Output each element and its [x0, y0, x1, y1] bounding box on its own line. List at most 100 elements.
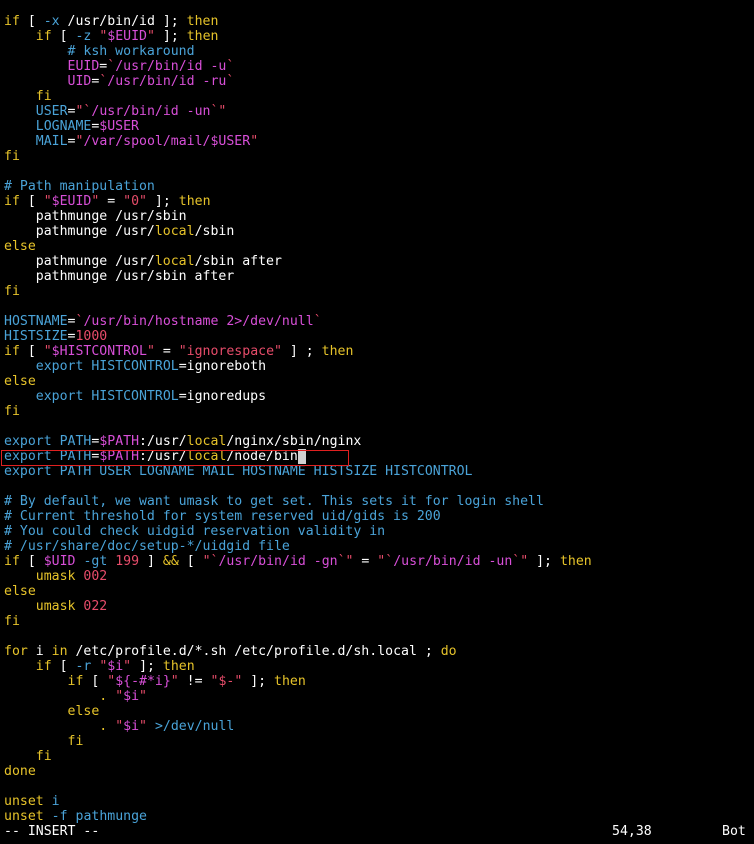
- code-line[interactable]: unset i: [4, 794, 60, 809]
- code-line[interactable]: fi: [4, 284, 20, 299]
- code-token: [: [83, 674, 108, 689]
- code-token: $USER: [210, 134, 251, 149]
- code-line[interactable]: unset -f pathmunge: [4, 809, 147, 824]
- code-token: `: [226, 74, 235, 89]
- code-token: ];: [154, 29, 187, 44]
- code-line[interactable]: pathmunge /usr/sbin: [4, 209, 187, 224]
- code-token: if: [4, 14, 20, 29]
- code-line[interactable]: pathmunge /usr/local/sbin: [4, 224, 235, 239]
- code-line[interactable]: LOGNAME=$USER: [4, 119, 139, 134]
- code-token: :/usr/: [139, 434, 187, 449]
- code-token: /node/bin: [226, 449, 298, 464]
- code-token: fi: [35, 89, 52, 104]
- code-token: :/usr/: [139, 449, 187, 464]
- code-line[interactable]: # /usr/share/doc/setup-*/uidgid file: [4, 539, 290, 554]
- code-line[interactable]: . "$i" >/dev/null: [4, 719, 234, 734]
- code-line[interactable]: # Current threshold for system reserved …: [4, 509, 441, 524]
- code-line[interactable]: fi: [4, 89, 52, 104]
- code-line[interactable]: if [ $UID -gt 199 ] && [ "`/usr/bin/id -…: [4, 554, 592, 569]
- mode-indicator: -- INSERT --: [4, 824, 100, 839]
- code-line[interactable]: EUID=`/usr/bin/id -u`: [4, 59, 235, 74]
- code-line[interactable]: else: [4, 584, 36, 599]
- code-token: "0": [123, 194, 147, 209]
- code-line[interactable]: UID=`/usr/bin/id -ru`: [4, 74, 235, 89]
- code-token: ] ;: [281, 344, 322, 359]
- code-line[interactable]: umask 002: [4, 569, 107, 584]
- code-token: "`: [377, 554, 394, 569]
- code-token: local: [154, 224, 195, 239]
- code-line[interactable]: fi: [4, 404, 20, 419]
- code-line[interactable]: HISTSIZE=1000: [4, 329, 107, 344]
- code-line[interactable]: fi: [4, 614, 20, 629]
- terminal-window[interactable]: if [ -x /usr/bin/id ]; then if [ -z "$EU…: [0, 0, 754, 844]
- code-token: `: [226, 59, 235, 74]
- code-line[interactable]: HOSTNAME=`/usr/bin/hostname 2>/dev/null`: [4, 314, 322, 329]
- scroll-indicator: Bot: [722, 824, 746, 839]
- code-token: `": [337, 554, 354, 569]
- code-token: $HISTCONTROL: [51, 344, 147, 359]
- code-line[interactable]: if [ "${-#*i}" != "$-" ]; then: [4, 674, 306, 689]
- code-token: i: [51, 794, 60, 809]
- code-line[interactable]: MAIL="/var/spool/mail/$USER": [4, 134, 258, 149]
- code-token: fi: [35, 749, 52, 764]
- code-token: [: [19, 194, 44, 209]
- code-token: [: [178, 554, 203, 569]
- code-token: local: [186, 449, 227, 464]
- code-token: PATH: [59, 449, 92, 464]
- code-line[interactable]: else: [4, 374, 36, 389]
- code-line[interactable]: . "$i": [4, 689, 147, 704]
- code-token: "`: [202, 554, 219, 569]
- code-token: then: [559, 554, 592, 569]
- code-line[interactable]: # Path manipulation: [4, 179, 155, 194]
- code-line[interactable]: pathmunge /usr/local/sbin after: [4, 254, 282, 269]
- code-line[interactable]: for i in /etc/profile.d/*.sh /etc/profil…: [4, 644, 457, 659]
- code-line[interactable]: export PATH=$PATH:/usr/local/nginx/sbin/…: [4, 434, 361, 449]
- code-token: HISTSIZE: [4, 329, 68, 344]
- code-token: $UID: [43, 554, 76, 569]
- code-line[interactable]: export PATH=$PATH:/usr/local/node/bin: [4, 449, 306, 464]
- code-line[interactable]: umask 022: [4, 599, 107, 614]
- code-token: ": [139, 719, 147, 734]
- code-token: 199: [115, 554, 140, 569]
- code-line[interactable]: done: [4, 764, 36, 779]
- code-line[interactable]: if [ -r "$i" ]; then: [4, 659, 195, 674]
- code-token: /usr/bin/id ];: [59, 14, 187, 29]
- code-line[interactable]: if [ "$EUID" = "0" ]; then: [4, 194, 211, 209]
- code-token: LOGNAME: [35, 119, 92, 134]
- code-line[interactable]: # You could check uidgid reservation val…: [4, 524, 385, 539]
- code-line[interactable]: # ksh workaround: [4, 44, 195, 59]
- code-line[interactable]: export HISTCONTROL=ignoredups: [4, 389, 266, 404]
- code-token: &&: [162, 554, 179, 569]
- code-token: export: [4, 449, 52, 464]
- code-line[interactable]: else: [4, 704, 100, 719]
- code-line[interactable]: else: [4, 239, 36, 254]
- code-line[interactable]: export HISTCONTROL=ignoreboth: [4, 359, 266, 374]
- code-token: export: [35, 359, 84, 374]
- code-line[interactable]: if [ -x /usr/bin/id ]; then: [4, 14, 218, 29]
- code-token: if: [4, 344, 20, 359]
- code-token: if: [4, 554, 20, 569]
- code-line[interactable]: if [ "$HISTCONTROL" = "ignorespace" ] ; …: [4, 344, 353, 359]
- code-token: i: [27, 644, 52, 659]
- code-line[interactable]: fi: [4, 749, 52, 764]
- code-line[interactable]: export PATH USER LOGNAME MAIL HOSTNAME H…: [4, 464, 472, 479]
- code-token: export: [35, 389, 84, 404]
- code-token: "$-": [210, 674, 243, 689]
- code-token: local: [154, 254, 195, 269]
- code-token: 002: [83, 569, 108, 584]
- code-token: -r: [75, 659, 92, 674]
- code-line[interactable]: if [ -z "$EUID" ]; then: [4, 29, 219, 44]
- code-line[interactable]: fi: [4, 149, 20, 164]
- code-token: # You could check uidgid reservation val…: [4, 524, 386, 539]
- code-line[interactable]: USER="`/usr/bin/id -un`": [4, 104, 227, 119]
- code-line[interactable]: # By default, we want umask to get set. …: [4, 494, 544, 509]
- code-line[interactable]: pathmunge /usr/sbin after: [4, 269, 235, 284]
- code-line[interactable]: fi: [4, 734, 84, 749]
